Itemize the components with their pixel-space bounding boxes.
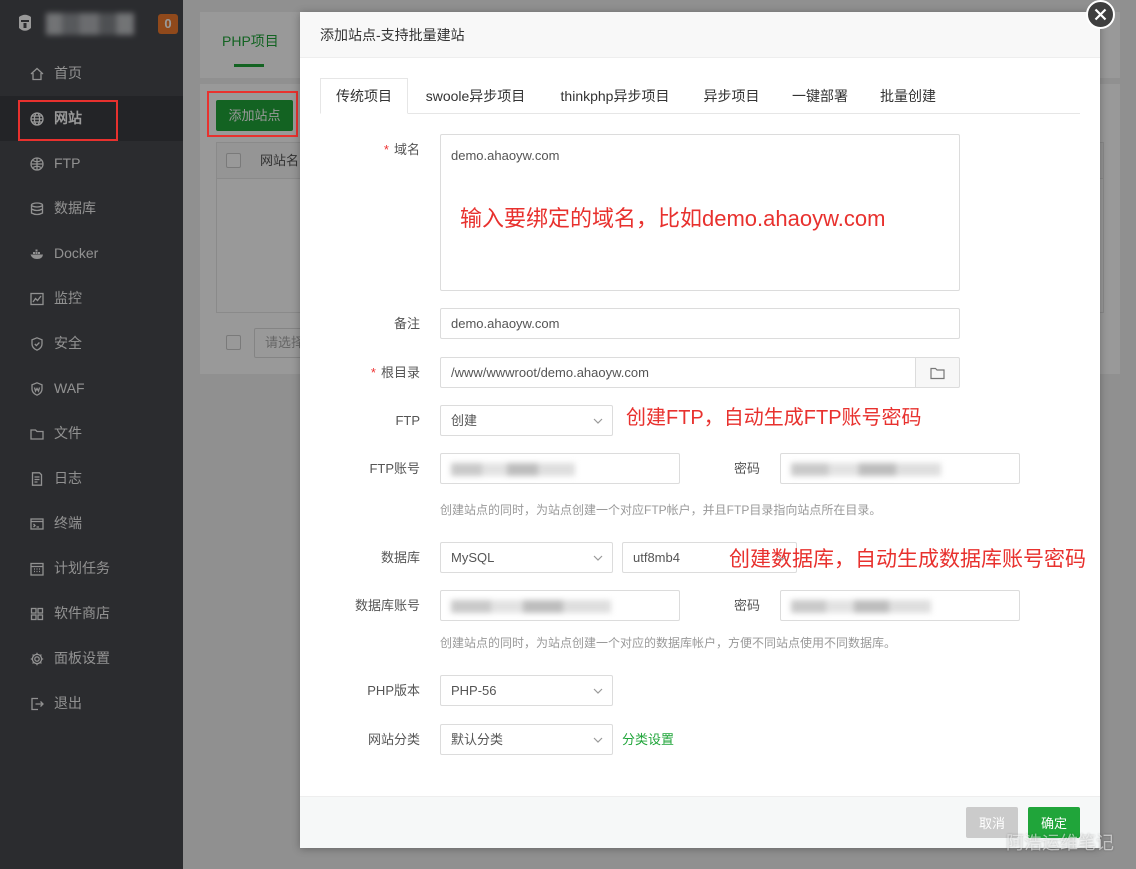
php-version-label: PHP版本 bbox=[367, 683, 420, 698]
category-value: 默认分类 bbox=[451, 732, 504, 747]
browse-folder-button[interactable] bbox=[916, 357, 960, 388]
dialog-title: 添加站点-支持批量建站 bbox=[300, 12, 1100, 58]
chevron-down-icon bbox=[593, 688, 603, 694]
category-select[interactable]: 默认分类 bbox=[440, 724, 613, 755]
ftp-select-value: 创建 bbox=[451, 413, 478, 428]
db-password-input[interactable] bbox=[780, 590, 1020, 621]
remark-input[interactable] bbox=[440, 308, 960, 339]
annotation-box-add-site bbox=[207, 91, 298, 137]
blurred-value bbox=[451, 463, 575, 476]
ftp-select[interactable]: 创建 bbox=[440, 405, 613, 436]
required-mark: * bbox=[370, 365, 376, 380]
root-dir-label-text: 根目录 bbox=[380, 365, 420, 380]
db-account-label: 数据库账号 bbox=[354, 598, 420, 613]
watermark: 阿浩运维笔记 bbox=[1006, 833, 1114, 853]
category-settings-link[interactable]: 分类设置 bbox=[622, 724, 674, 755]
database-type-value: MySQL bbox=[451, 550, 495, 565]
tab-traditional[interactable]: 传统项目 bbox=[320, 78, 408, 114]
blurred-value bbox=[791, 600, 931, 613]
ftp-password-input[interactable] bbox=[780, 453, 1020, 484]
database-charset-value: utf8mb4 bbox=[633, 550, 680, 565]
project-type-tabs: 传统项目 swoole异步项目 thinkphp异步项目 异步项目 一键部署 批… bbox=[320, 78, 1080, 114]
ftp-help-text: 创建站点的同时，为站点创建一个对应FTP帐户，并且FTP目录指向站点所在目录。 bbox=[440, 503, 882, 517]
folder-icon bbox=[930, 367, 945, 380]
add-site-dialog: 添加站点-支持批量建站 传统项目 swoole异步项目 thinkphp异步项目… bbox=[300, 12, 1100, 848]
db-help-text: 创建站点的同时，为站点创建一个对应的数据库帐户，方便不同站点使用不同数据库。 bbox=[440, 636, 897, 650]
tab-one-click-deploy[interactable]: 一键部署 bbox=[776, 78, 864, 114]
database-type-select[interactable]: MySQL bbox=[440, 542, 613, 573]
tab-swoole[interactable]: swoole异步项目 bbox=[408, 78, 543, 114]
root-dir-label: * 根目录 bbox=[320, 357, 420, 388]
close-icon bbox=[1094, 8, 1107, 21]
tab-thinkphp[interactable]: thinkphp异步项目 bbox=[543, 78, 687, 114]
category-label: 网站分类 bbox=[367, 732, 420, 747]
annotation-db-hint: 创建数据库，自动生成数据库账号密码 bbox=[729, 548, 1086, 571]
db-password-label: 密码 bbox=[733, 598, 760, 613]
blurred-value bbox=[791, 463, 941, 476]
chevron-down-icon bbox=[593, 418, 603, 424]
tab-batch-create[interactable]: 批量创建 bbox=[864, 78, 952, 114]
php-version-value: PHP-56 bbox=[451, 683, 497, 698]
chevron-down-icon bbox=[593, 555, 603, 561]
domain-label-text: 域名 bbox=[393, 142, 420, 157]
blurred-value bbox=[451, 600, 611, 613]
annotation-box-website-menu bbox=[18, 100, 118, 141]
chevron-down-icon bbox=[593, 737, 603, 743]
database-label: 数据库 bbox=[380, 550, 420, 565]
ftp-username-input[interactable] bbox=[440, 453, 680, 484]
tab-async[interactable]: 异步项目 bbox=[687, 78, 776, 114]
annotation-domain-hint: 输入要绑定的域名，比如demo.ahaoyw.com bbox=[460, 206, 886, 231]
dialog-close-button[interactable] bbox=[1086, 0, 1115, 29]
ftp-label: FTP bbox=[395, 413, 420, 428]
required-mark: * bbox=[383, 142, 389, 157]
remark-label: 备注 bbox=[393, 316, 420, 331]
root-dir-input[interactable] bbox=[440, 357, 916, 388]
db-username-input[interactable] bbox=[440, 590, 680, 621]
ftp-password-label: 密码 bbox=[733, 461, 760, 476]
php-version-select[interactable]: PHP-56 bbox=[440, 675, 613, 706]
annotation-ftp-hint: 创建FTP，自动生成FTP账号密码 bbox=[626, 407, 922, 429]
domain-label: * 域名 bbox=[320, 134, 420, 165]
dialog-footer: 取消 确定 bbox=[300, 796, 1100, 848]
ftp-account-label: FTP账号 bbox=[369, 461, 420, 476]
